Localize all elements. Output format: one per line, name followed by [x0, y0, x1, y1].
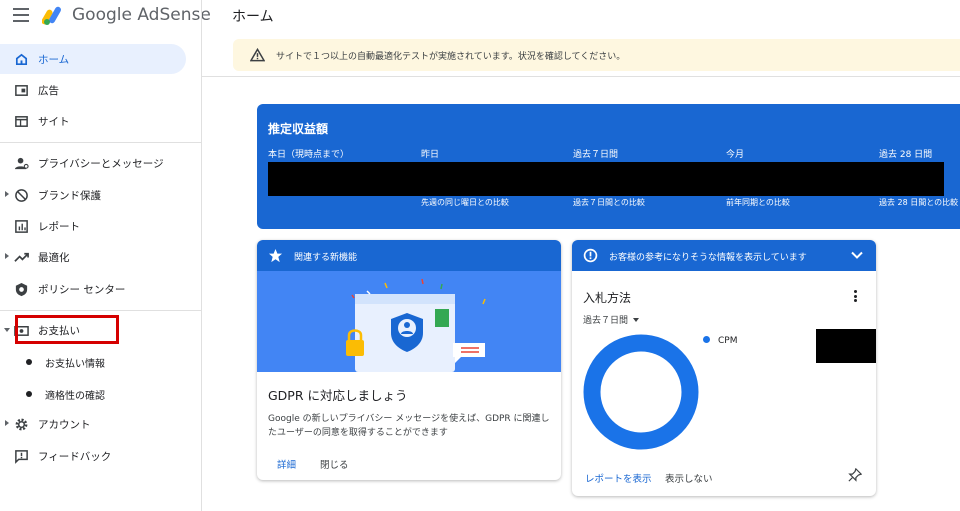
- block-icon: [15, 189, 28, 202]
- card-header-text: 関連する新機能: [294, 253, 358, 263]
- sidebar-item-feedback[interactable]: フィードバック: [0, 441, 186, 471]
- policy-icon: [15, 282, 28, 297]
- card-header-text: お客様の参考になりそうな情報を表示しています: [609, 253, 807, 263]
- sidebar-item-label: ブランド保護: [38, 189, 101, 202]
- page-title: ホーム: [232, 9, 274, 25]
- sidebar-subitem-payment-info[interactable]: お支払い情報: [0, 348, 186, 374]
- trending-icon: [14, 252, 29, 262]
- bullet-icon: [26, 391, 32, 397]
- pin-icon[interactable]: [848, 468, 862, 482]
- sidebar-item-policy-center[interactable]: ポリシー センター: [0, 274, 186, 304]
- gdpr-title: GDPR に対応しましょう: [268, 388, 408, 403]
- expand-caret-icon[interactable]: [5, 191, 9, 197]
- ads-icon: [15, 85, 28, 96]
- sidebar-item-sites[interactable]: サイト: [0, 106, 186, 136]
- sidebar-item-label: ポリシー センター: [38, 283, 126, 296]
- legend-dot-icon: [703, 336, 710, 343]
- cpm-donut-chart: [583, 334, 699, 450]
- period-label: 過去７日間: [583, 316, 629, 326]
- sidebar-item-label: プライバシーとメッセージ: [38, 157, 164, 170]
- legend-label: CPM: [718, 336, 738, 346]
- gdpr-description: Google の新しいプライバシー メッセージを使えば、GDPR に関連したユー…: [268, 414, 550, 438]
- divider: [0, 310, 201, 311]
- view-report-link[interactable]: レポートを表示: [585, 471, 652, 485]
- redacted-values: [268, 162, 944, 196]
- expand-caret-icon[interactable]: [5, 420, 9, 426]
- alert-text: サイトで１つ以上の自動最適化テストが実施されています。状況を確認してください。: [276, 52, 626, 62]
- home-icon: [15, 53, 28, 66]
- earnings-title: 推定収益額: [268, 122, 329, 136]
- warning-icon: [250, 48, 265, 62]
- info-alert-icon: [583, 248, 598, 263]
- sidebar-item-label: フィードバック: [38, 450, 112, 463]
- brand-name: Google AdSense: [72, 5, 211, 25]
- sidebar-item-label: 最適化: [38, 251, 70, 264]
- sidebar-item-ads[interactable]: 広告: [0, 75, 186, 105]
- card-header: 関連する新機能: [257, 240, 561, 271]
- sidebar-item-home[interactable]: ホーム: [0, 44, 186, 74]
- sidebar-item-brand-safety[interactable]: ブランド保護: [0, 180, 186, 210]
- sidebar-item-account[interactable]: アカウント: [0, 409, 186, 439]
- earnings-cmp-yesterday: 先週の同じ曜日との比較: [421, 198, 509, 207]
- earnings-col-last28: 過去 28 日間: [879, 150, 933, 160]
- sidebar-subitem-eligibility[interactable]: 適格性の確認: [0, 380, 186, 406]
- dropdown-arrow-icon: [633, 318, 640, 322]
- sidebar-item-label: 広告: [38, 84, 59, 97]
- sidebar-subitem-label: お支払い情報: [45, 359, 105, 370]
- estimated-earnings-card[interactable]: 推定収益額 本日（現時点まで） 昨日 過去７日間 今月 過去 28 日間 先週の…: [257, 104, 960, 229]
- bid-method-title: 入札方法: [583, 291, 632, 305]
- privacy-icon: [14, 157, 29, 170]
- gear-icon: [15, 418, 28, 431]
- sidebar-subitem-label: 適格性の確認: [45, 391, 105, 402]
- earnings-col-today: 本日（現時点まで）: [268, 150, 350, 160]
- sidebar-item-label: レポート: [38, 220, 80, 233]
- sidebar: ホーム 広告 サイト プライバシーとメッセージ ブランド保護 レポート 最適化 …: [0, 34, 201, 511]
- redacted-value: [816, 329, 876, 363]
- divider: [0, 142, 201, 143]
- new-feature-card: 関連する新機能 GDPR に対応しましょう Google の新しいプライバシー …: [257, 240, 561, 480]
- adsense-logo: [42, 6, 61, 25]
- star-icon: [268, 248, 283, 263]
- card-header[interactable]: お客様の参考になりそうな情報を表示しています: [572, 240, 876, 271]
- sidebar-item-reports[interactable]: レポート: [0, 211, 186, 241]
- sidebar-item-label: ホーム: [38, 53, 70, 66]
- hide-button[interactable]: 表示しない: [665, 471, 713, 485]
- sidebar-item-optimization[interactable]: 最適化: [0, 242, 186, 272]
- earnings-col-this-month: 今月: [726, 150, 745, 160]
- alert-strip: サイトで１つ以上の自動最適化テストが実施されています。状況を確認してください。: [202, 34, 960, 77]
- sidebar-item-label: サイト: [38, 115, 70, 128]
- chart-legend: CPM: [703, 336, 737, 346]
- sidebar-item-label: アカウント: [38, 418, 91, 431]
- earnings-cmp-last28: 過去 28 日間との比較: [879, 198, 959, 207]
- bullet-icon: [26, 359, 32, 365]
- sidebar-item-privacy[interactable]: プライバシーとメッセージ: [0, 148, 186, 178]
- menu-icon[interactable]: [13, 8, 29, 22]
- dismiss-button[interactable]: 閉じる: [320, 457, 349, 471]
- period-dropdown[interactable]: 過去７日間: [583, 313, 640, 326]
- details-link[interactable]: 詳細: [277, 457, 296, 471]
- collapse-caret-icon[interactable]: [4, 328, 10, 332]
- expand-caret-icon[interactable]: [5, 253, 9, 259]
- annotation-highlight-box: [15, 315, 119, 344]
- earnings-cmp-this-month: 前年同期との比較: [726, 198, 790, 207]
- report-icon: [15, 220, 28, 233]
- sites-icon: [15, 116, 28, 127]
- chevron-down-icon[interactable]: [851, 251, 863, 260]
- earnings-col-last7: 過去７日間: [573, 150, 619, 160]
- feedback-icon: [15, 450, 28, 464]
- gdpr-illustration: [257, 271, 561, 372]
- more-options-icon[interactable]: [852, 290, 858, 304]
- earnings-col-yesterday: 昨日: [421, 150, 440, 160]
- earnings-cmp-last7: 過去７日間との比較: [573, 198, 645, 207]
- auto-optimization-alert[interactable]: サイトで１つ以上の自動最適化テストが実施されています。状況を確認してください。: [233, 39, 960, 71]
- top-bar: Google AdSense ホーム: [0, 0, 960, 34]
- info-card: お客様の参考になりそうな情報を表示しています 入札方法 過去７日間 CPM レポ…: [572, 240, 876, 496]
